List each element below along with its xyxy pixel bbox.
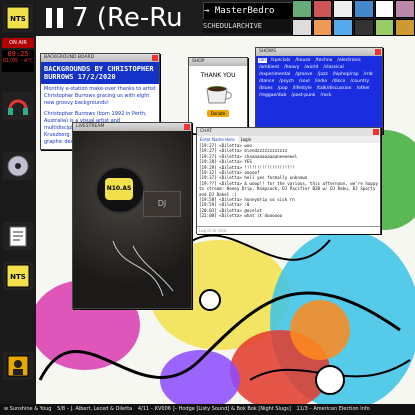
genre-tag[interactable]: /experimental [258, 72, 291, 77]
thumbnail[interactable] [374, 0, 395, 18]
close-icon[interactable] [184, 124, 190, 130]
genre-tag[interactable]: /other [355, 86, 371, 91]
genre-tag[interactable]: /house [294, 58, 311, 63]
pause-button[interactable] [40, 4, 68, 32]
dj-label: DJ [143, 191, 181, 217]
genre-tag[interactable]: /post-punk [290, 93, 316, 98]
svg-text:NTS: NTS [10, 273, 26, 281]
thumbnail[interactable] [333, 0, 353, 18]
post-heading: BACKGROUNDS BY CHRISTOPHER BURROWS 17/2/… [41, 62, 159, 84]
genre-tag[interactable]: /dance [258, 79, 275, 84]
thumbnail[interactable] [374, 18, 395, 36]
nts-sticker: N10.AS [95, 166, 145, 214]
genre-tag[interactable]: /groove [294, 72, 313, 77]
genre-tag[interactable]: /hiphop/rap [332, 72, 360, 77]
nts-logo-icon[interactable]: NTS [3, 4, 33, 32]
pause-icon [45, 8, 52, 28]
thumbnail-grid [292, 0, 415, 36]
genre-tag[interactable]: /reggae/dub [258, 93, 287, 98]
genre-tag[interactable]: /ambient [258, 65, 280, 70]
video-feed[interactable]: N10.AS DJ [73, 131, 191, 308]
genre-tag[interactable]: /indie [314, 79, 329, 84]
genre-tag[interactable]: /talk/discussion [316, 86, 353, 91]
genre-tag[interactable]: /heavy [283, 65, 300, 70]
genre-tag[interactable]: /techno [314, 58, 333, 63]
chat-message: [22:08] <Diletta> what it doooooo [199, 213, 283, 219]
thumbnail[interactable] [312, 0, 333, 18]
genre-tag[interactable]: /specials [270, 58, 292, 63]
thumbnail[interactable] [395, 18, 415, 36]
chat-message: [19:??] <Diletta> & woop!! for the vario… [199, 180, 378, 197]
donate-heading: THANK YOU [200, 72, 236, 79]
genre-tag[interactable]: /blues [258, 86, 274, 91]
genre-window: SHOWS /all/specials/house/techno/electro… [255, 47, 383, 134]
donate-button[interactable]: Donate [206, 110, 230, 117]
close-icon[interactable] [152, 55, 158, 61]
clock-time: 09:25 [7, 50, 29, 58]
on-air-badge: ON AIR [2, 38, 34, 48]
genre-tag[interactable]: /disco [331, 79, 346, 84]
thumbnail[interactable] [395, 0, 415, 18]
window-titlebar[interactable]: SHOP [189, 58, 247, 66]
genre-tag[interactable]: /psych [278, 79, 295, 84]
headphones-icon[interactable] [3, 92, 33, 120]
tab-login[interactable]: Login [238, 136, 255, 143]
genre-tag[interactable]: /soul [298, 79, 311, 84]
thumbnail[interactable] [292, 0, 312, 18]
genre-tag-list: /all/specials/house/techno/electronic/am… [256, 56, 382, 133]
genre-tag[interactable]: /jazz [316, 72, 328, 77]
genre-tag[interactable]: /rnb [363, 72, 374, 77]
clock-date: 01/05 [2, 58, 18, 64]
thumbnail[interactable] [292, 18, 312, 36]
genre-tag[interactable]: /classical [322, 65, 344, 70]
genre-tag[interactable]: /pop [277, 86, 289, 91]
post-paragraph: Monthly e-station make-over thanks to ar… [44, 86, 156, 106]
clock-temp: -4°C [21, 58, 34, 64]
donate-window: SHOP THANK YOU Donate [188, 57, 248, 134]
window-titlebar[interactable]: BACKGROUND BOARD [41, 54, 159, 62]
livestream-window: LIVESTREAM N10.AS DJ [72, 122, 192, 309]
svg-text:NTS: NTS [10, 15, 26, 23]
genre-tag[interactable]: /all [258, 58, 267, 63]
chat-window: CHAT Enter Name Here Login [19:27] <Dile… [196, 127, 381, 234]
thumbnail[interactable] [353, 0, 374, 18]
thumbnail[interactable] [353, 18, 374, 36]
window-titlebar[interactable]: LIVESTREAM [73, 123, 191, 131]
genre-tag[interactable]: /lifestyle [292, 86, 313, 91]
close-icon[interactable] [375, 49, 381, 55]
clock-display: 09:25 01/05 -4°C [2, 50, 34, 72]
window-titlebar[interactable]: CHAT [197, 128, 380, 136]
now-playing-title: 7 (Re-Ru [72, 3, 183, 33]
cd-icon[interactable] [3, 152, 33, 180]
genre-tag[interactable]: /world [303, 65, 319, 70]
close-icon[interactable] [373, 129, 379, 135]
ticker-item[interactable]: w Sunshine & Youg [0, 406, 53, 412]
ticker-item[interactable]: 4/11 – KV006 ]– Hodge [Listy Sound] & Bo… [134, 406, 293, 412]
genre-tag[interactable]: /country [349, 79, 370, 84]
window-titlebar[interactable]: SHOWS [256, 48, 382, 56]
thumbnail[interactable] [312, 18, 333, 36]
thumbnail[interactable] [333, 18, 353, 36]
genre-tag[interactable]: /rock [319, 93, 332, 98]
schedule-archive-link[interactable]: SCHEDULARCHIVE [203, 19, 291, 33]
tab-enter-name[interactable]: Enter Name Here [197, 136, 238, 143]
ticker-item[interactable]: 11/3 – American Election Info [292, 406, 369, 412]
ticker-item[interactable]: 5/8 – J. Albert, Leced & Diletta [53, 406, 134, 412]
chat-input[interactable]: Log in to chat [197, 226, 380, 234]
nts-sticker-icon[interactable]: NTS [3, 262, 33, 290]
genre-tag[interactable]: /electronic [336, 58, 362, 63]
arrow-right-icon: → [204, 6, 215, 16]
document-icon[interactable] [3, 222, 33, 250]
coffee-cup-icon [206, 86, 232, 104]
schedule-ticker: w Sunshine & Youg 5/8 – J. Albert, Leced… [0, 404, 415, 415]
nav-button[interactable]: → MasterBedro [203, 2, 293, 20]
chat-messages: [19:27] <Diletta> woo [19:27] <Diletta> b… [197, 143, 380, 226]
portrait-icon[interactable] [3, 352, 33, 380]
